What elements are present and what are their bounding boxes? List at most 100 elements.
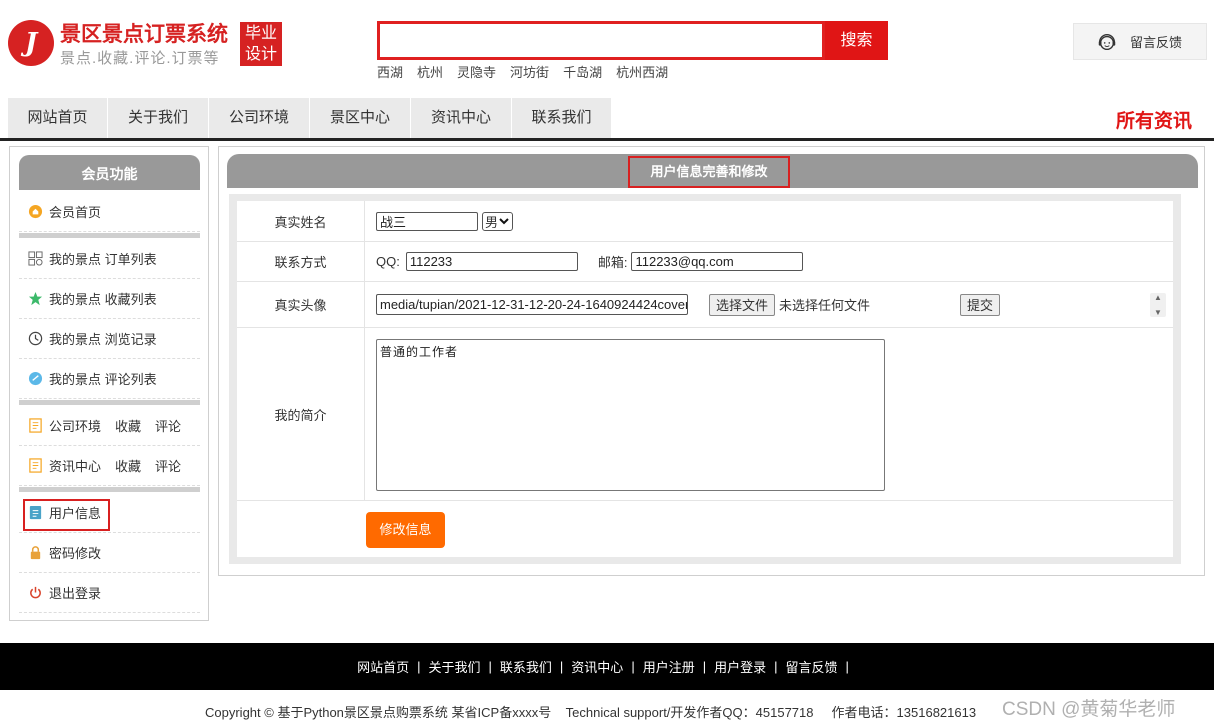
- customer-service-icon: [1098, 33, 1116, 50]
- qq-input[interactable]: 112233: [405, 252, 578, 271]
- no-file-chosen-text: 未选择任何文件: [779, 298, 871, 313]
- footer-separator: |: [631, 659, 635, 674]
- update-info-button[interactable]: 修改信息: [366, 512, 445, 548]
- sidebar-item-orders[interactable]: 我的景点 订单列表: [19, 239, 200, 279]
- footer-links: 网站首页 | 关于我们 | 联系我们 | 资讯中心 | 用户注册 | 用户登录 | 留言反馈…: [0, 643, 1214, 690]
- nav-item-environment[interactable]: 公司环境: [209, 98, 310, 138]
- footer-link[interactable]: 资讯中心: [571, 657, 623, 676]
- hot-keyword[interactable]: 西湖: [377, 62, 403, 81]
- hot-keyword[interactable]: 杭州西湖: [616, 62, 668, 81]
- member-sidebar: 会员功能 会员首页 我的景点 订单列表 我的景点 收藏列表 我的景点 浏览记录 …: [9, 146, 209, 621]
- page-title: 用户信息完善和修改: [628, 156, 790, 188]
- search-input[interactable]: [380, 24, 822, 57]
- footer-link[interactable]: 网站首页: [357, 657, 409, 676]
- sidebar-item-label: 会员首页: [49, 205, 102, 220]
- nav-item-scenic[interactable]: 景区中心: [310, 98, 411, 138]
- logo-mark-icon: J: [8, 20, 54, 66]
- sidebar-item-label: 我的景点 收藏列表: [49, 292, 157, 307]
- qq-label: QQ:: [376, 254, 400, 269]
- footer-separator: |: [559, 659, 564, 674]
- sidebar-item-label: 退出登录: [49, 586, 102, 601]
- footer-link[interactable]: 用户登录: [714, 657, 766, 676]
- hot-keyword[interactable]: 灵隐寺: [457, 62, 496, 81]
- sidebar-item-password[interactable]: 密码修改: [19, 533, 200, 573]
- sidebar-item-news: 资讯中心 收藏 评论: [19, 446, 200, 486]
- hot-keyword[interactable]: 河坊街: [510, 62, 549, 81]
- sidebar-separator: [19, 400, 200, 405]
- sidebar-separator: [19, 487, 200, 492]
- news-comments-link[interactable]: 评论: [155, 456, 181, 475]
- footer-separator: |: [774, 659, 778, 674]
- bio-textarea[interactable]: 普通的工作者: [376, 339, 885, 491]
- row-contact: 联系方式 QQ: 112233 邮箱: 112233@qq.com: [237, 242, 1173, 282]
- profile-form-frame: 真实姓名 战三 男 联系方式 QQ: 112233 邮箱: 112233@qq.…: [229, 194, 1181, 564]
- environment-link[interactable]: 公司环境: [49, 416, 101, 435]
- upload-submit-button[interactable]: 提交: [960, 293, 1001, 316]
- search-button[interactable]: 搜索: [825, 21, 888, 60]
- star-icon: [28, 291, 43, 306]
- footer-link[interactable]: 用户注册: [643, 657, 695, 676]
- sidebar-item-label: 密码修改: [49, 546, 102, 561]
- nav-item-news[interactable]: 资讯中心: [411, 98, 512, 138]
- nav-divider: [0, 138, 1214, 141]
- sidebar-item-label: 我的景点 浏览记录: [49, 332, 157, 347]
- order-grid-icon: [28, 251, 43, 266]
- hot-keyword[interactable]: 千岛湖: [563, 62, 602, 81]
- history-clock-icon: [28, 331, 43, 346]
- row-avatar: 真实头像 media/tupian/2021-12-31-12-20-24-16…: [237, 282, 1173, 328]
- environment-comments-link[interactable]: 评论: [155, 416, 181, 435]
- sidebar-item-logout[interactable]: 退出登录: [19, 573, 200, 613]
- spin-stepper[interactable]: ▲ ▼: [1150, 293, 1166, 317]
- footer-separator: |: [417, 659, 421, 674]
- footer-separator: |: [488, 659, 492, 674]
- gender-value: 男: [485, 214, 499, 230]
- sidebar-item-history[interactable]: 我的景点 浏览记录: [19, 319, 200, 359]
- environment-favorites-link[interactable]: 收藏: [115, 416, 141, 435]
- nav-item-home[interactable]: 网站首页: [8, 98, 108, 138]
- spin-up-icon: ▲: [1154, 293, 1162, 302]
- news-favorites-link[interactable]: 收藏: [115, 456, 141, 475]
- all-news-link[interactable]: 所有资讯: [1116, 106, 1192, 133]
- sidebar-item-comments[interactable]: 我的景点 评论列表: [19, 359, 200, 399]
- email-label: 邮箱:: [597, 255, 628, 270]
- sidebar-title: 会员功能: [19, 155, 200, 190]
- site-title: 景区景点订票系统: [60, 23, 228, 46]
- choose-file-button[interactable]: 选择文件: [709, 293, 776, 316]
- site-subtitle: 景点.收藏.评论.订票等: [60, 50, 220, 67]
- sidebar-item-label: 我的景点 订单列表: [49, 252, 157, 267]
- bio-label: 我的简介: [237, 328, 365, 500]
- row-real-name: 真实姓名 战三 男: [237, 201, 1173, 242]
- profile-form: 真实姓名 战三 男 联系方式 QQ: 112233 邮箱: 112233@qq.…: [237, 201, 1173, 557]
- gender-select[interactable]: 男: [482, 211, 514, 231]
- footer-separator: |: [702, 659, 707, 674]
- footer-link[interactable]: 留言反馈: [786, 657, 838, 676]
- feedback-button[interactable]: 留言反馈: [1073, 23, 1207, 60]
- sidebar-item-label: 我的景点 评论列表: [49, 372, 157, 387]
- graduation-badge: 毕业 设计: [240, 22, 282, 66]
- feedback-label: 留言反馈: [1130, 35, 1183, 50]
- avatar-path-input[interactable]: media/tupian/2021-12-31-12-20-24-1640924…: [376, 294, 688, 315]
- sidebar-item-favorites[interactable]: 我的景点 收藏列表: [19, 279, 200, 319]
- contact-label: 联系方式: [237, 242, 365, 281]
- search-box: [377, 21, 825, 60]
- news-link[interactable]: 资讯中心: [49, 456, 101, 475]
- real-name-input[interactable]: 战三: [376, 211, 478, 231]
- footer-link[interactable]: 关于我们: [428, 657, 480, 676]
- comment-icon: [28, 371, 43, 386]
- watermark: CSDN @黄菊华老师: [1002, 699, 1176, 720]
- home-icon: [28, 204, 43, 219]
- hot-keyword[interactable]: 杭州: [417, 62, 443, 81]
- badge-line-2: 设计: [244, 46, 277, 63]
- nav-item-contact[interactable]: 联系我们: [512, 98, 612, 138]
- email-input[interactable]: 112233@qq.com: [631, 252, 804, 271]
- copyright-text: Copyright © 基于Python景区景点购票系统 某省ICP备xxxx号…: [205, 705, 977, 720]
- nav-item-about[interactable]: 关于我们: [108, 98, 209, 138]
- avatar-label: 真实头像: [237, 282, 365, 327]
- power-icon: [30, 586, 41, 599]
- document-icon: [29, 418, 42, 433]
- row-bio: 我的简介 普通的工作者: [237, 328, 1173, 501]
- footer-link[interactable]: 联系我们: [500, 657, 552, 676]
- site-logo[interactable]: J 景区景点订票系统 景点.收藏.评论.订票等 毕业 设计: [8, 16, 298, 76]
- footer-separator: |: [845, 659, 849, 674]
- sidebar-item-home[interactable]: 会员首页: [19, 192, 200, 232]
